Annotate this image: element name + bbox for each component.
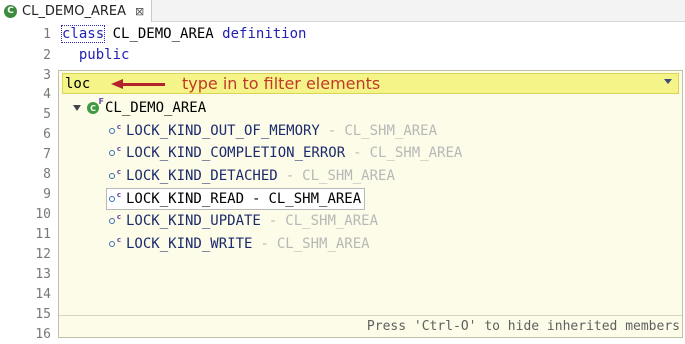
quick-outline-popup: type in to filter elements CF CL_DEMO_AR… [58, 70, 683, 338]
footer-hint: Press 'Ctrl-O' to hide inherited members [366, 319, 680, 334]
line-number: 10 [35, 206, 51, 222]
filter-bar: type in to filter elements [62, 73, 679, 94]
filter-input[interactable] [65, 75, 105, 92]
item-parent: CL_SHM_AREA [369, 145, 463, 161]
code-line: 1 class CL_DEMO_AREA definition [0, 24, 685, 44]
item-name: LOCK_KIND_WRITE [126, 236, 253, 252]
list-item-selected[interactable]: c LOCK_KIND_READ - CL_SHM_AREA [106, 188, 366, 210]
popup-footer: Press 'Ctrl-O' to hide inherited members [59, 315, 682, 337]
item-separator: - [268, 213, 278, 229]
line-number: 5 [43, 106, 51, 122]
item-name: LOCK_KIND_READ [126, 191, 245, 207]
chevron-down-icon[interactable] [664, 79, 672, 84]
keyword-definition: definition [222, 26, 307, 42]
list-item[interactable]: c LOCK_KIND_DETACHED - CL_SHM_AREA [109, 166, 395, 186]
constant-icon: c [109, 145, 121, 159]
expand-toggle-icon[interactable] [73, 105, 81, 111]
list-item[interactable]: c LOCK_KIND_COMPLETION_ERROR - CL_SHM_AR… [109, 143, 462, 163]
line-number: 3 [43, 67, 51, 83]
code-line: 2 public [0, 45, 685, 65]
item-separator: - [353, 145, 362, 161]
item-parent: CL_SHM_AREA [302, 168, 395, 184]
item-parent: CL_SHM_AREA [268, 191, 362, 207]
arrow-left-icon [111, 78, 166, 89]
line-number: 15 [35, 306, 51, 322]
item-separator: - [252, 191, 261, 207]
constant-icon: c [109, 236, 121, 250]
line-number: 14 [35, 286, 51, 302]
list-item[interactable]: c LOCK_KIND_OUT_OF_MEMORY - CL_SHM_AREA [109, 121, 437, 141]
list-item[interactable]: c LOCK_KIND_UPDATE - CL_SHM_AREA [109, 211, 378, 231]
line-number: 11 [35, 226, 51, 242]
item-separator: - [260, 236, 269, 252]
filter-annotation: type in to filter elements [182, 74, 381, 93]
class-name: CL_DEMO_AREA [104, 26, 223, 42]
tab-cl-demo-area[interactable]: C CL_DEMO_AREA ⊠ [0, 0, 152, 22]
class-icon: CF [87, 97, 104, 114]
list-item[interactable]: c LOCK_KIND_WRITE - CL_SHM_AREA [109, 234, 370, 254]
tab-title: CL_DEMO_AREA [22, 3, 127, 19]
constant-icon: c [109, 123, 121, 137]
item-separator: - [327, 123, 337, 139]
item-name: LOCK_KIND_DETACHED [126, 168, 278, 184]
line-number: 13 [35, 266, 51, 282]
constant-icon: c [109, 213, 121, 227]
code-text: class CL_DEMO_AREA definition [60, 25, 307, 43]
keyword-public: public [62, 47, 130, 63]
item-name: LOCK_KIND_OUT_OF_MEMORY [126, 123, 320, 139]
line-number: 1 [43, 26, 51, 42]
item-name: LOCK_KIND_COMPLETION_ERROR [126, 145, 346, 161]
tree-root-node[interactable]: CF CL_DEMO_AREA [73, 97, 207, 118]
root-label: CL_DEMO_AREA [105, 100, 207, 116]
close-icon[interactable]: ⊠ [135, 5, 144, 18]
line-number: 2 [43, 47, 51, 63]
line-number: 12 [35, 246, 51, 262]
editor-tab-bar: C CL_DEMO_AREA ⊠ [0, 0, 685, 22]
item-parent: CL_SHM_AREA [344, 123, 438, 139]
item-parent: CL_SHM_AREA [285, 213, 379, 229]
item-name: LOCK_KIND_UPDATE [126, 213, 261, 229]
constant-icon: c [109, 168, 121, 182]
line-number: 9 [43, 186, 51, 202]
line-number: 6 [43, 126, 51, 142]
line-number: 16 [35, 326, 51, 342]
line-number: 8 [43, 166, 51, 182]
class-icon: C [4, 4, 17, 18]
item-parent: CL_SHM_AREA [276, 236, 370, 252]
keyword-class: class [60, 25, 106, 43]
item-separator: - [285, 168, 295, 184]
line-number: 4 [43, 86, 51, 102]
constant-icon: c [109, 191, 121, 205]
line-number: 7 [43, 146, 51, 162]
